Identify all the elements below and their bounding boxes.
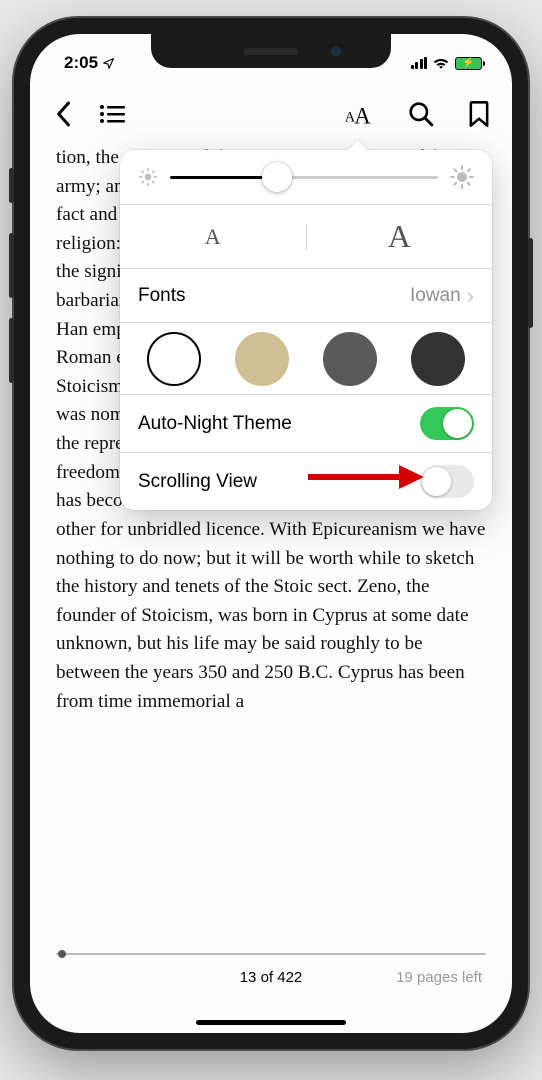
home-indicator[interactable] — [196, 1020, 346, 1025]
progress-scrubber[interactable] — [56, 953, 486, 955]
status-time: 2:05 — [64, 53, 115, 73]
toc-button[interactable] — [98, 99, 128, 129]
chevron-right-icon: › — [467, 283, 474, 309]
annotation-arrow — [304, 461, 424, 493]
theme-gray[interactable] — [323, 332, 377, 386]
brightness-high-icon — [450, 165, 474, 189]
brightness-slider[interactable] — [170, 176, 438, 179]
svg-text:A: A — [354, 104, 371, 128]
back-button[interactable] — [48, 99, 78, 129]
theme-black[interactable] — [411, 332, 465, 386]
text-smaller-button[interactable]: A — [120, 224, 307, 250]
pages-left: 19 pages left — [396, 969, 482, 986]
fonts-value: Iowan — [410, 285, 461, 307]
appearance-button[interactable]: AA — [338, 99, 378, 129]
themes-row — [120, 322, 492, 394]
brightness-thumb[interactable] — [262, 162, 292, 192]
text-larger-button[interactable]: A — [307, 218, 493, 255]
fonts-label: Fonts — [138, 285, 186, 307]
wifi-icon — [432, 57, 450, 70]
brightness-low-icon — [138, 167, 158, 187]
auto-night-label: Auto-Night Theme — [138, 413, 292, 435]
phone-frame: 2:05 ⚡ AA — [14, 18, 528, 1049]
appearance-popover: A A Fonts Iowan › Auto-Night Theme — [120, 150, 492, 510]
signal-icon — [411, 57, 428, 69]
auto-night-row: Auto-Night Theme — [120, 394, 492, 452]
brightness-row — [120, 150, 492, 204]
scrolling-view-label: Scrolling View — [138, 471, 257, 493]
text-size-row: A A — [120, 204, 492, 268]
reader-toolbar: AA — [30, 88, 512, 140]
scrolling-view-toggle[interactable] — [420, 465, 474, 498]
screen: 2:05 ⚡ AA — [30, 34, 512, 1033]
notch — [151, 34, 391, 68]
reader-footer: 13 of 422 19 pages left — [30, 941, 512, 1033]
fonts-row[interactable]: Fonts Iowan › — [120, 268, 492, 322]
auto-night-toggle[interactable] — [420, 407, 474, 440]
location-icon — [102, 57, 115, 70]
theme-white[interactable] — [147, 332, 201, 386]
bookmark-button[interactable] — [464, 99, 494, 129]
search-button[interactable] — [406, 99, 436, 129]
page-count: 13 of 422 — [240, 969, 303, 986]
battery-icon: ⚡ — [455, 57, 482, 70]
theme-sepia[interactable] — [235, 332, 289, 386]
